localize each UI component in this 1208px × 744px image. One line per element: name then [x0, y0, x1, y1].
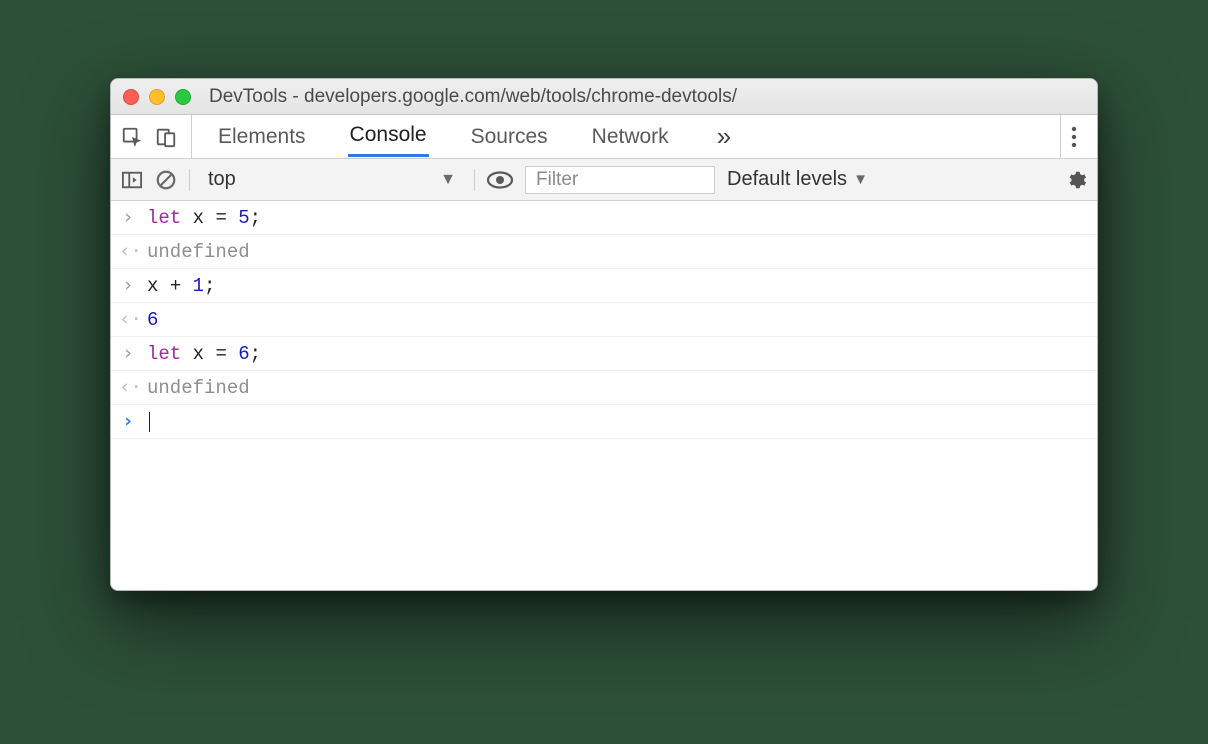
devtools-window: DevTools - developers.google.com/web/too… [110, 78, 1098, 591]
chevron-down-icon: ▼ [853, 171, 868, 188]
close-window-button[interactable] [123, 89, 139, 105]
console-row-content: let x = 5; [147, 207, 261, 229]
execution-context-select[interactable]: top ▼ [202, 166, 462, 193]
inspect-element-icon[interactable] [121, 126, 143, 148]
input-marker-icon: › [119, 206, 137, 228]
minimize-window-button[interactable] [149, 89, 165, 105]
console-row-content: undefined [147, 377, 250, 399]
console-toolbar: top ▼ Default levels ▼ [111, 159, 1097, 201]
tab-sources[interactable]: Sources [469, 118, 550, 156]
device-toolbar-icon[interactable] [155, 126, 177, 148]
input-marker-icon: › [119, 410, 137, 432]
output-marker-icon: ‹· [119, 240, 137, 262]
window-controls [123, 89, 191, 105]
live-expression-icon[interactable] [487, 171, 513, 189]
console-row-input: › let x = 5; [111, 201, 1097, 235]
more-tabs-button[interactable]: » [711, 121, 737, 152]
console-row-input: › x + 1; [111, 269, 1097, 303]
cursor [149, 412, 150, 432]
chevron-down-icon: ▼ [440, 171, 456, 189]
clear-console-icon[interactable] [155, 169, 177, 191]
execution-context-label: top [208, 168, 236, 191]
log-levels-select[interactable]: Default levels ▼ [727, 168, 868, 191]
devtools-tabstrip: Elements Console Sources Network » [111, 115, 1097, 159]
filter-input[interactable] [525, 166, 715, 194]
log-levels-label: Default levels [727, 168, 847, 191]
devtools-menu-button[interactable] [1060, 115, 1087, 158]
output-marker-icon: ‹· [119, 376, 137, 398]
tab-console[interactable]: Console [348, 116, 429, 157]
tab-network[interactable]: Network [590, 118, 671, 156]
console-output[interactable]: › let x = 5; ‹· undefined › x + 1; ‹· 6 › let x =… [111, 201, 1097, 590]
console-settings-icon[interactable] [1065, 169, 1087, 191]
zoom-window-button[interactable] [175, 89, 191, 105]
toggle-sidebar-icon[interactable] [121, 170, 143, 190]
input-marker-icon: › [119, 274, 137, 296]
input-marker-icon: › [119, 342, 137, 364]
tab-elements[interactable]: Elements [216, 118, 308, 156]
separator [189, 169, 190, 191]
console-row-content [147, 411, 150, 433]
console-row-content: let x = 6; [147, 343, 261, 365]
console-row-output: ‹· 6 [111, 303, 1097, 337]
console-row-input: › let x = 6; [111, 337, 1097, 371]
window-title: DevTools - developers.google.com/web/too… [209, 86, 737, 108]
console-row-content: x + 1; [147, 275, 215, 297]
console-row-content: undefined [147, 241, 250, 263]
output-marker-icon: ‹· [119, 308, 137, 330]
console-row-content: 6 [147, 309, 158, 331]
console-row-output: ‹· undefined [111, 371, 1097, 405]
console-row-output: ‹· undefined [111, 235, 1097, 269]
console-row-prompt[interactable]: › [111, 405, 1097, 439]
separator [474, 169, 475, 191]
titlebar: DevTools - developers.google.com/web/too… [111, 79, 1097, 115]
